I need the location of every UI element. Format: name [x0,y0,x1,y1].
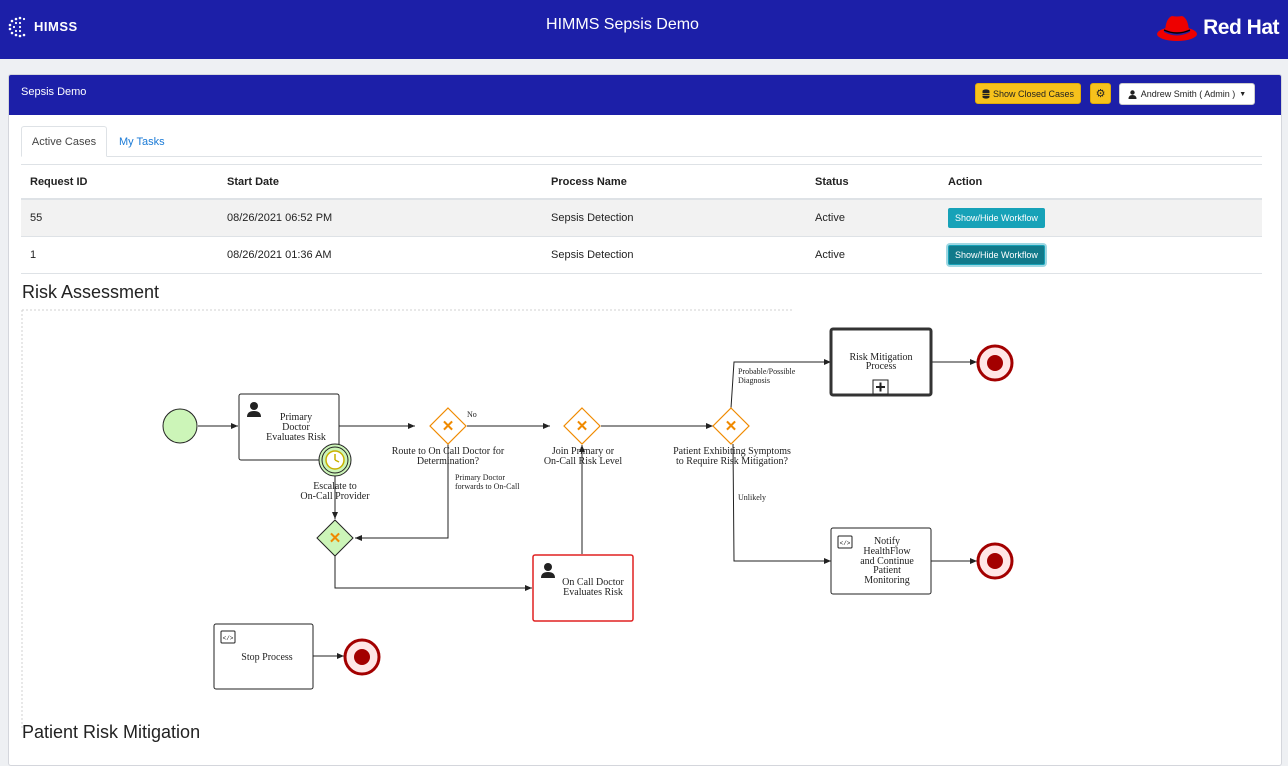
cell-action: Show/Hide Workflow [939,236,1262,274]
caret-down-icon: ▼ [1239,90,1247,98]
cell-start-date: 08/26/2021 01:36 AM [218,236,542,274]
subprocess-risk-mitigation[interactable]: Risk Mitigation Process [829,327,933,397]
app-title: HIMMS Sepsis Demo [546,16,699,33]
gateway-oncall-merge[interactable]: ✕ [316,519,354,557]
task-notify-healthflow[interactable]: </> Notify HealthFlow and Continue Patie… [830,527,932,595]
show-closed-cases-label: Show Closed Cases [993,88,1075,99]
risk-assessment-diagram: Primary Doctor Evaluates Risk Escalate t… [21,309,1014,728]
cell-process-name: Sepsis Detection [542,236,806,274]
column-header-request-id: Request ID [21,164,218,200]
cell-status: Active [806,199,939,237]
patient-risk-mitigation-heading: Patient Risk Mitigation [22,722,201,742]
svg-text:</>: </> [840,540,851,547]
cell-status: Active [806,236,939,274]
column-header-status: Status [806,164,939,200]
task-stop-process[interactable]: </> Stop Process [213,623,314,690]
task-primary-line3: Evaluates Risk [266,432,326,443]
start-event[interactable] [162,408,198,444]
end-event-mitigation[interactable] [976,344,1014,382]
cell-start-date: 08/26/2021 06:52 PM [218,199,542,237]
tab-active-cases[interactable]: Active Cases [21,126,107,157]
cell-action: Show/Hide Workflow [939,199,1262,237]
timer-label-line2: On-Call Provider [300,491,370,502]
tab-my-tasks[interactable]: My Tasks [119,126,165,157]
settings-button[interactable]: ⚙ [1090,83,1111,104]
table-row: 55 08/26/2021 06:52 PM Sepsis Detection … [21,199,1262,237]
cell-process-name: Sepsis Detection [542,199,806,237]
risk-assessment-heading: Risk Assessment [22,282,160,302]
subprocess-line2: Process [866,361,897,372]
card-header: Sepsis Demo Show Closed Cases ⚙ Andrew S… [9,75,1281,115]
gear-icon: ⚙ [1095,88,1106,100]
show-hide-workflow-button[interactable]: Show/Hide Workflow [948,245,1045,265]
exclusive-gateway-icon: ✕ [725,418,738,435]
gateway-join-line2: On-Call Risk Level [544,456,623,467]
task-oncall-line2: Evaluates Risk [563,587,623,598]
flow-no-label: No [467,410,477,419]
task-oncall-doctor[interactable]: On Call Doctor Evaluates Risk [532,554,634,622]
show-hide-workflow-button[interactable]: Show/Hide Workflow [948,208,1045,228]
script-task-icon: </> [220,630,236,644]
timer-boundary-event[interactable] [318,443,352,477]
flow-forward-label-line1: Primary Doctor [455,473,505,482]
task-notify-line5: Monitoring [864,575,910,586]
table-header-row: Request ID Start Date Process Name Statu… [21,164,1262,200]
flow-probable-label-line2: Diagnosis [738,376,770,385]
svg-text:</>: </> [223,635,234,642]
flow-forward-label-line2: forwards to On-Call [455,482,520,491]
column-header-process-name: Process Name [542,164,806,200]
gateway-symptoms-line2: to Require Risk Mitigation? [676,456,788,467]
sepsis-demo-card: Sepsis Demo Show Closed Cases ⚙ Andrew S… [8,74,1282,766]
column-header-start-date: Start Date [218,164,542,200]
database-icon [982,88,990,99]
case-tabs: Active Cases My Tasks [21,126,1262,157]
task-stop-label: Stop Process [241,652,293,663]
cell-request-id: 1 [21,236,218,274]
exclusive-gateway-icon: ✕ [329,530,342,547]
redhat-logo: Red Hat [1156,12,1279,44]
cell-request-id: 55 [21,199,218,237]
gateway-join[interactable]: ✕ [563,407,601,445]
table-row: 1 08/26/2021 01:36 AM Sepsis Detection A… [21,236,1262,274]
show-closed-cases-button[interactable]: Show Closed Cases [975,83,1082,104]
top-navbar: HIMSS HIMMS Sepsis Demo Red Hat [0,0,1288,59]
end-event-notify[interactable] [976,542,1014,580]
redhat-fedora-icon [1157,16,1198,41]
flow-unlikely-label: Unlikely [738,493,766,502]
cases-table: Request ID Start Date Process Name Statu… [21,164,1262,274]
flow-to-oncall-task [334,556,532,591]
end-event-stop[interactable] [343,638,381,676]
card-title: Sepsis Demo [21,86,87,98]
exclusive-gateway-icon: ✕ [576,418,589,435]
exclusive-gateway-icon: ✕ [442,418,455,435]
redhat-logo-text: Red Hat [1203,16,1279,39]
gateway-route-line2: Determination? [417,456,480,467]
column-header-action: Action [939,164,1262,200]
user-icon [1128,89,1137,99]
script-task-icon: </> [837,535,853,549]
user-menu-dropdown[interactable]: Andrew Smith ( Admin ) ▼ [1119,83,1255,105]
flow-probable-label-line1: Probable/Possible [738,367,796,376]
gateway-symptoms[interactable]: ✕ [712,407,750,445]
user-name-label: Andrew Smith ( Admin ) [1140,89,1236,99]
gateway-route[interactable]: ✕ [429,407,467,445]
